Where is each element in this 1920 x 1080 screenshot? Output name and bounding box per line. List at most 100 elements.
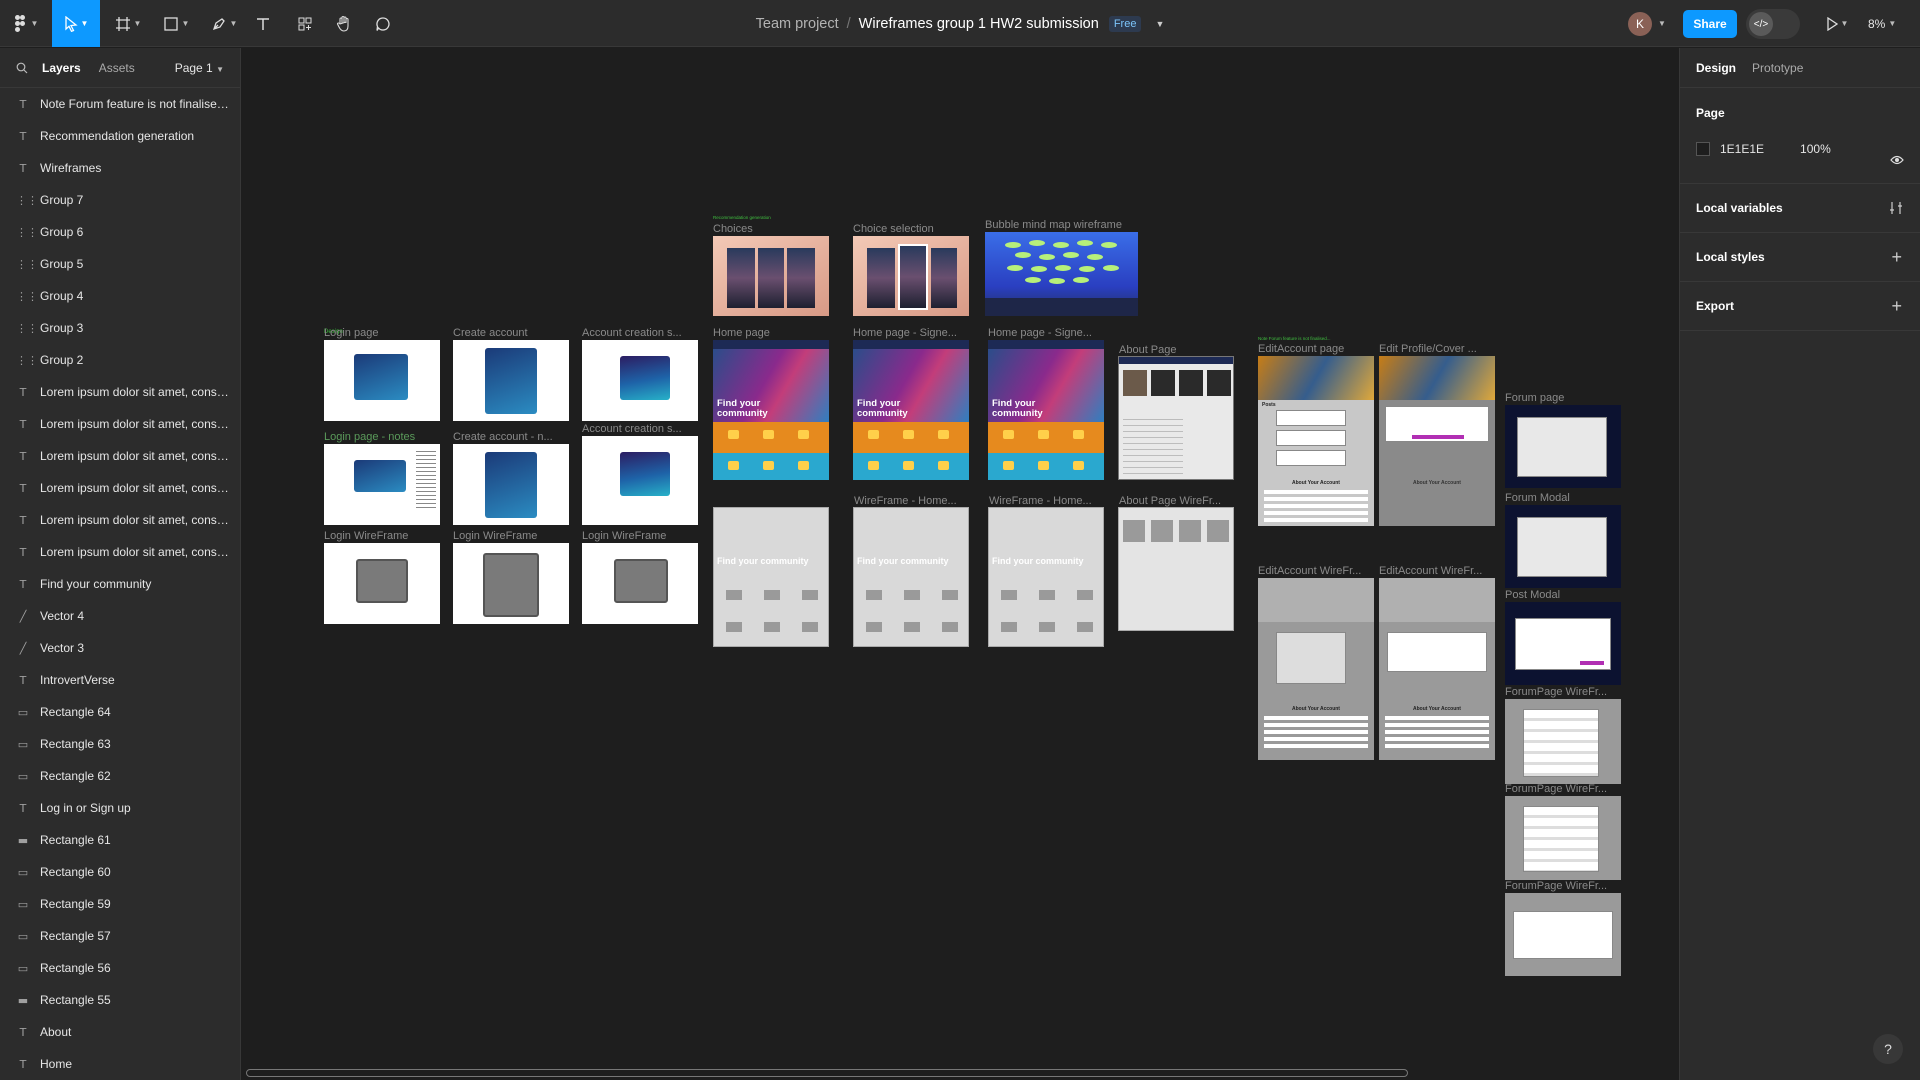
layer-item[interactable]: ▭ Rectangle 57 — [0, 920, 240, 952]
file-name[interactable]: Wireframes group 1 HW2 submission — [859, 16, 1099, 32]
layer-item[interactable]: T Lorem ipsum dolor sit amet, conse... — [0, 536, 240, 568]
move-tool-button[interactable]: ▼ — [52, 0, 100, 47]
layer-item[interactable]: ▭ Rectangle 56 — [0, 952, 240, 984]
layer-item[interactable]: ▭ Rectangle 64 — [0, 696, 240, 728]
layer-item[interactable]: ⋮⋮ Group 5 — [0, 248, 240, 280]
layer-item[interactable]: ▬ Rectangle 55 — [0, 984, 240, 1016]
frame-choices[interactable]: Recommendation generation Choices — [713, 215, 829, 316]
layer-item[interactable]: T Lorem ipsum dolor sit amet, conse... — [0, 440, 240, 472]
layer-item[interactable]: ⋮⋮ Group 4 — [0, 280, 240, 312]
layer-item[interactable]: T Recommendation generation — [0, 120, 240, 152]
variables-icon[interactable] — [1889, 201, 1903, 215]
frame-tool-button[interactable]: ▼ — [110, 0, 146, 47]
layer-item[interactable]: T Lorem ipsum dolor sit amet, conse... — [0, 408, 240, 440]
frame-post-modal[interactable]: Post Modal — [1505, 589, 1621, 685]
layer-item[interactable]: T Find your community — [0, 568, 240, 600]
frame-choice-selection[interactable]: Choice selection — [853, 223, 969, 316]
frame-forum-modal[interactable]: Forum Modal — [1505, 492, 1621, 588]
tab-assets[interactable]: Assets — [99, 61, 135, 75]
color-swatch[interactable] — [1696, 142, 1710, 156]
layer-item[interactable]: T Log in or Sign up — [0, 792, 240, 824]
zoom-control[interactable]: 8% ▼ — [1868, 0, 1896, 47]
layer-item[interactable]: ▭ Rectangle 62 — [0, 760, 240, 792]
frame-create-account[interactable]: Create account — [453, 327, 569, 421]
layer-item[interactable]: ▬ Rectangle 61 — [0, 824, 240, 856]
local-variables-section[interactable]: Local variables — [1680, 184, 1920, 233]
layer-item[interactable]: ⋮⋮ Group 6 — [0, 216, 240, 248]
frame-home-signed-1[interactable]: Home page - Signe... Find your community — [853, 327, 969, 480]
frame-edit-profile[interactable]: Edit Profile/Cover ... About Your Accoun… — [1379, 343, 1495, 526]
search-icon[interactable] — [16, 62, 28, 74]
hand-tool-button[interactable] — [333, 0, 355, 47]
tab-layers[interactable]: Layers — [42, 61, 81, 75]
frame-login-wf-3[interactable]: Login WireFrame — [582, 530, 698, 624]
frame-login-wf-1[interactable]: Login WireFrame — [324, 530, 440, 624]
present-button[interactable]: ▼ — [1822, 0, 1852, 47]
shape-tool-button[interactable]: ▼ — [158, 0, 194, 47]
frame-account-creation-1[interactable]: Account creation s... — [582, 327, 698, 421]
frame-login-notes[interactable]: Login page - notes — [324, 431, 440, 525]
layer-item[interactable]: ⋮⋮ Group 3 — [0, 312, 240, 344]
frame-account-creation-2[interactable]: Account creation s... — [582, 423, 698, 525]
page-color-value[interactable]: 1E1E1E — [1720, 142, 1764, 156]
frame-home-wf-2[interactable]: WireFrame - Home... Find your community — [988, 495, 1104, 647]
local-styles-section[interactable]: Local styles + — [1680, 233, 1920, 282]
comment-tool-button[interactable] — [372, 0, 394, 47]
pen-tool-button[interactable]: ▼ — [206, 0, 242, 47]
layer-item[interactable]: ╱ Vector 4 — [0, 600, 240, 632]
page-selector[interactable]: Page 1 ▼ — [175, 61, 224, 75]
add-icon[interactable]: + — [1891, 247, 1902, 268]
save-button[interactable] — [1412, 435, 1464, 439]
main-menu-button[interactable]: ▼ — [8, 0, 44, 47]
layer-item[interactable]: T IntrovertVerse — [0, 664, 240, 696]
plan-badge[interactable]: Free — [1108, 15, 1142, 32]
text-tool-button[interactable] — [252, 0, 274, 47]
frame-about-wf[interactable]: About Page WireFr... — [1118, 495, 1234, 631]
tab-design[interactable]: Design — [1696, 61, 1736, 75]
frame-login-wf-2[interactable]: Login WireFrame — [453, 530, 569, 624]
layer-item[interactable]: T Lorem ipsum dolor sit amet, conse... — [0, 472, 240, 504]
chevron-down-icon[interactable]: ▼ — [1658, 19, 1666, 28]
canvas[interactable]: Recommendation generation Choices Choice… — [242, 48, 1678, 1080]
layer-item[interactable]: T Note Forum feature is not finalised... — [0, 88, 240, 120]
add-icon[interactable]: + — [1891, 296, 1902, 317]
layer-item[interactable]: ▭ Rectangle 59 — [0, 888, 240, 920]
frame-home-wf-blank[interactable]: Find your community — [713, 507, 829, 647]
horizontal-scrollbar[interactable] — [246, 1069, 1408, 1077]
chevron-down-icon[interactable]: ▼ — [1155, 19, 1164, 29]
frame-edit-account-wf-2[interactable]: EditAccount WireFr... About Your Account — [1379, 565, 1495, 760]
layer-item[interactable]: ╱ Vector 3 — [0, 632, 240, 664]
team-name-link[interactable]: Team project — [756, 16, 839, 32]
frame-home-page[interactable]: Home page Find your community — [713, 327, 829, 480]
layer-item[interactable]: ▭ Rectangle 63 — [0, 728, 240, 760]
layer-item[interactable]: ▭ Rectangle 60 — [0, 856, 240, 888]
layer-item[interactable]: ⋮⋮ Group 2 — [0, 344, 240, 376]
page-opacity-value[interactable]: 100% — [1800, 142, 1831, 156]
tab-prototype[interactable]: Prototype — [1752, 61, 1803, 75]
eye-icon[interactable] — [1890, 155, 1904, 165]
frame-about-page[interactable]: About Page — [1118, 344, 1234, 480]
frame-home-wf-1[interactable]: WireFrame - Home... Find your community — [853, 495, 969, 647]
layer-item[interactable]: T About — [0, 1016, 240, 1048]
frame-home-signed-2[interactable]: Home page - Signe... Find your community — [988, 327, 1104, 480]
layer-item[interactable]: T Lorem ipsum dolor sit amet, conse... — [0, 376, 240, 408]
frame-login-page[interactable]: Design Login page — [324, 327, 440, 421]
layer-item[interactable]: T Lorem ipsum dolor sit amet, conse... — [0, 504, 240, 536]
frame-create-account-notes[interactable]: Create account - n... — [453, 431, 569, 525]
layer-item[interactable]: T Wireframes — [0, 152, 240, 184]
frame-forum-wf-3[interactable]: ForumPage WireFr... — [1505, 880, 1621, 976]
export-section[interactable]: Export + — [1680, 282, 1920, 331]
help-button[interactable]: ? — [1873, 1034, 1903, 1064]
user-avatar[interactable]: K — [1628, 12, 1652, 36]
frame-forum-page[interactable]: Forum page — [1505, 392, 1621, 488]
dev-mode-toggle[interactable]: </> — [1746, 9, 1800, 39]
resources-button[interactable] — [294, 0, 316, 47]
layer-item[interactable]: ⋮⋮ Group 7 — [0, 184, 240, 216]
page-fill-row[interactable]: 1E1E1E 100% — [1696, 142, 1904, 156]
frame-forum-wf-1[interactable]: ForumPage WireFr... — [1505, 686, 1621, 784]
frame-edit-account[interactable]: Note Forum feature is not finalised... E… — [1258, 336, 1374, 526]
layer-item[interactable]: T Home — [0, 1048, 240, 1080]
post-button[interactable] — [1580, 661, 1604, 665]
frame-forum-wf-2[interactable]: ForumPage WireFr... — [1505, 783, 1621, 880]
frame-bubble-mind-map[interactable]: Bubble mind map wireframe — [985, 219, 1138, 316]
